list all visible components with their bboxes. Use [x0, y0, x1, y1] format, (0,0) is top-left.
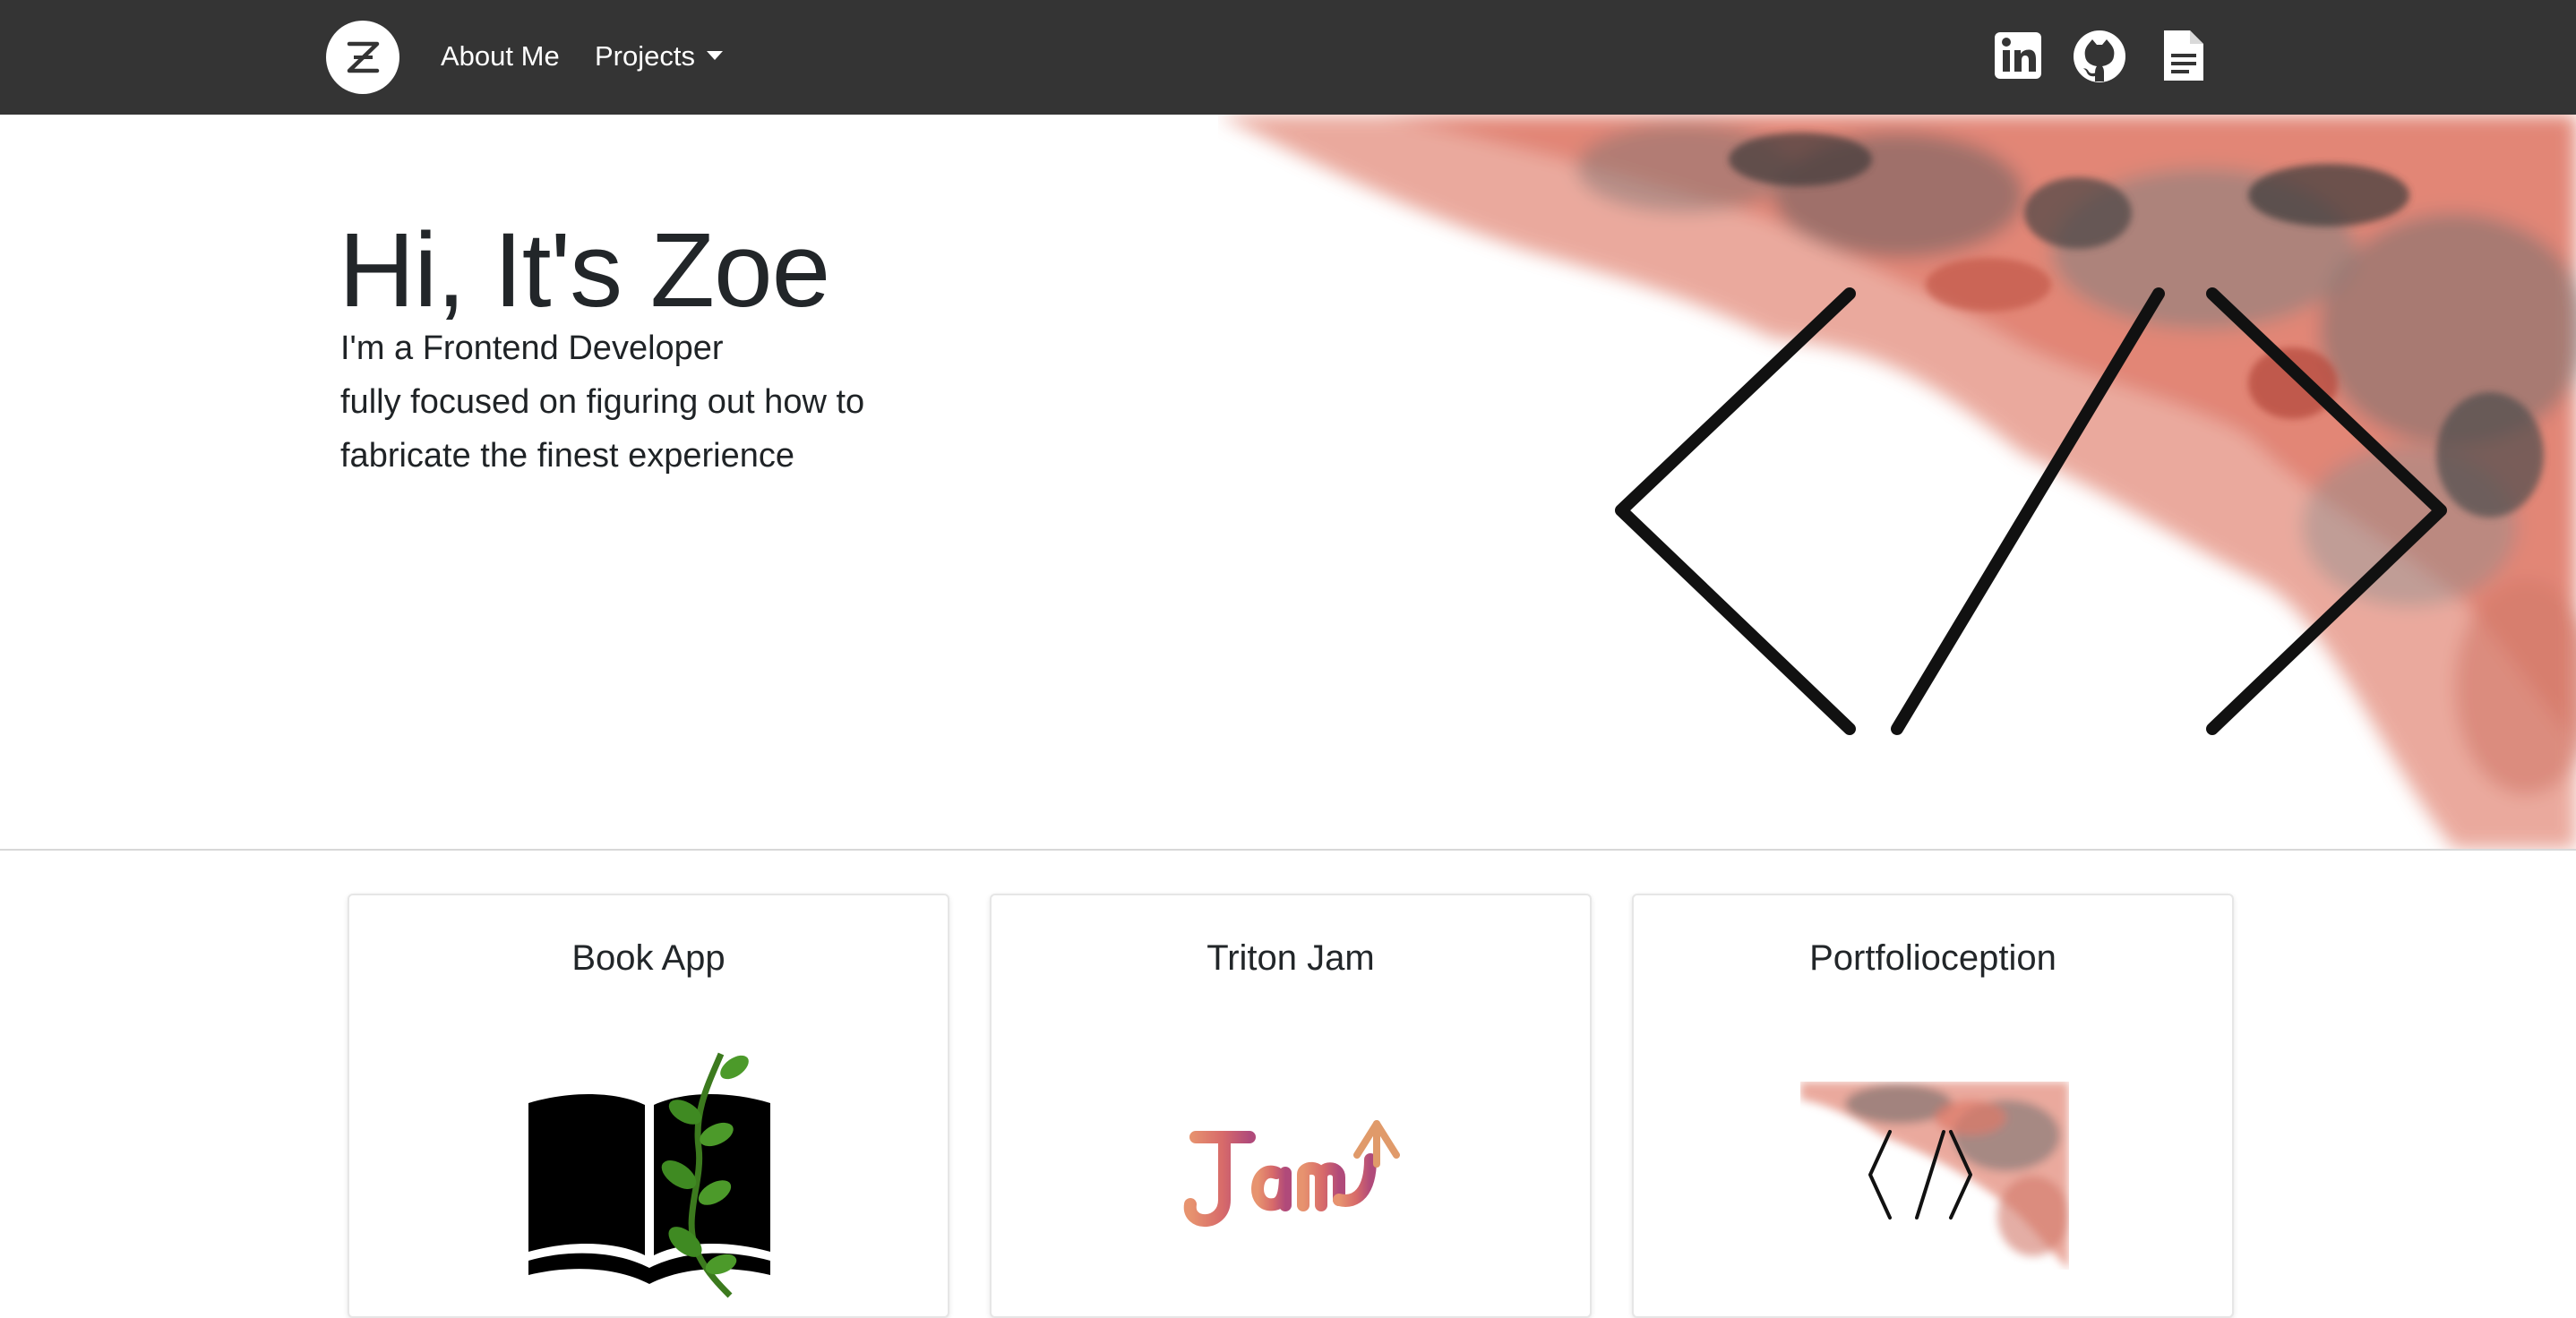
project-card-triton-jam[interactable]: Triton Jam [990, 894, 1592, 1318]
jam-logo [1183, 1120, 1400, 1228]
hero-title: Hi, It's Zoe [339, 211, 830, 330]
hero-tagline-line-3: fabricate the finest experience [340, 437, 794, 475]
resume-document-icon[interactable] [2157, 27, 2211, 84]
book-with-vine-icon [528, 1052, 770, 1298]
nav-projects-dropdown[interactable]: Projects [595, 36, 695, 77]
project-card-title: Triton Jam [1206, 938, 1375, 978]
nav-about-me[interactable]: About Me [441, 36, 560, 77]
hero-tagline-line-1: I'm a Frontend Developer [340, 330, 724, 367]
hero-section: Hi, It's Zoe I'm a Frontend Developer fu… [0, 115, 2576, 849]
portfolio-thumbnail [1800, 1082, 2069, 1270]
navbar: About Me Projects [0, 0, 2576, 115]
section-divider [0, 849, 2576, 851]
project-card-book-app[interactable]: Book App [348, 894, 949, 1318]
chevron-down-icon[interactable] [707, 51, 723, 60]
project-card-title: Book App [571, 938, 726, 978]
project-card-title: Portfolioception [1809, 938, 2057, 978]
github-icon[interactable] [2073, 27, 2126, 84]
linkedin-icon[interactable] [1991, 27, 2045, 84]
brand-logo[interactable] [326, 21, 399, 94]
project-card-portfolioception[interactable]: Portfolioception [1632, 894, 2234, 1318]
code-brackets-icon [1218, 115, 2576, 849]
brand-z-icon [347, 41, 380, 73]
hero-tagline-line-2: fully focused on figuring out how to [340, 383, 865, 421]
